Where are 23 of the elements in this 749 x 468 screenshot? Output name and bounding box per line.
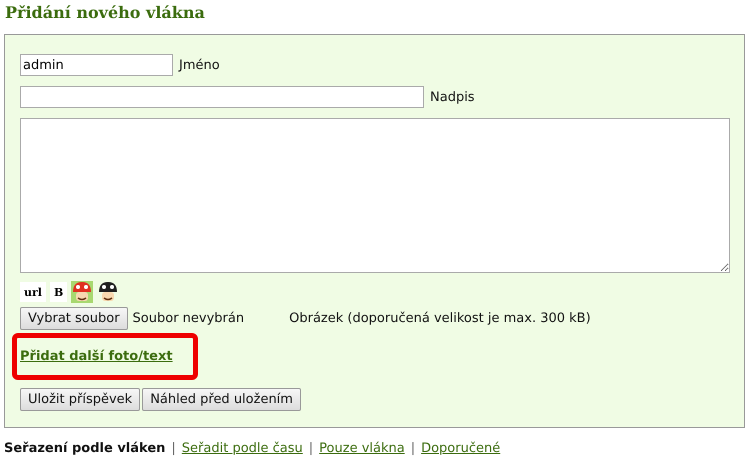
form-button[interactable]: Uložit příspěvek — [20, 388, 140, 411]
sort-option[interactable]: Seřazení podle vláken — [4, 441, 166, 456]
message-field[interactable] — [20, 118, 730, 273]
format-button[interactable]: B — [50, 282, 68, 302]
separator: | — [308, 441, 314, 456]
mushroom-face-icon[interactable] — [71, 281, 94, 303]
field-label: Nadpis — [430, 90, 475, 104]
title-field[interactable] — [20, 86, 424, 108]
sort-link[interactable]: Seřadit podle času — [182, 441, 303, 456]
page-heading: Přidání nového vlákna — [4, 2, 206, 24]
sort-link[interactable]: Pouze vlákna — [319, 441, 405, 456]
file-status: Soubor nevybrán — [132, 311, 244, 326]
sort-link[interactable]: Doporučené — [421, 441, 500, 456]
add-more-link[interactable]: Přidat další foto/text — [20, 348, 173, 364]
field-label: Jméno — [179, 58, 220, 72]
name-field[interactable]: admin — [20, 54, 173, 76]
choose-file-button[interactable]: Vybrat soubor — [20, 307, 128, 330]
separator: | — [171, 441, 176, 456]
mushroom-face-icon[interactable] — [97, 281, 120, 303]
image-hint: Obrázek (doporučená velikost je max. 300 kB) — [289, 311, 591, 326]
format-button[interactable]: url — [20, 282, 46, 302]
form-button[interactable]: Náhled před uložením — [142, 388, 301, 411]
separator: | — [410, 441, 416, 456]
